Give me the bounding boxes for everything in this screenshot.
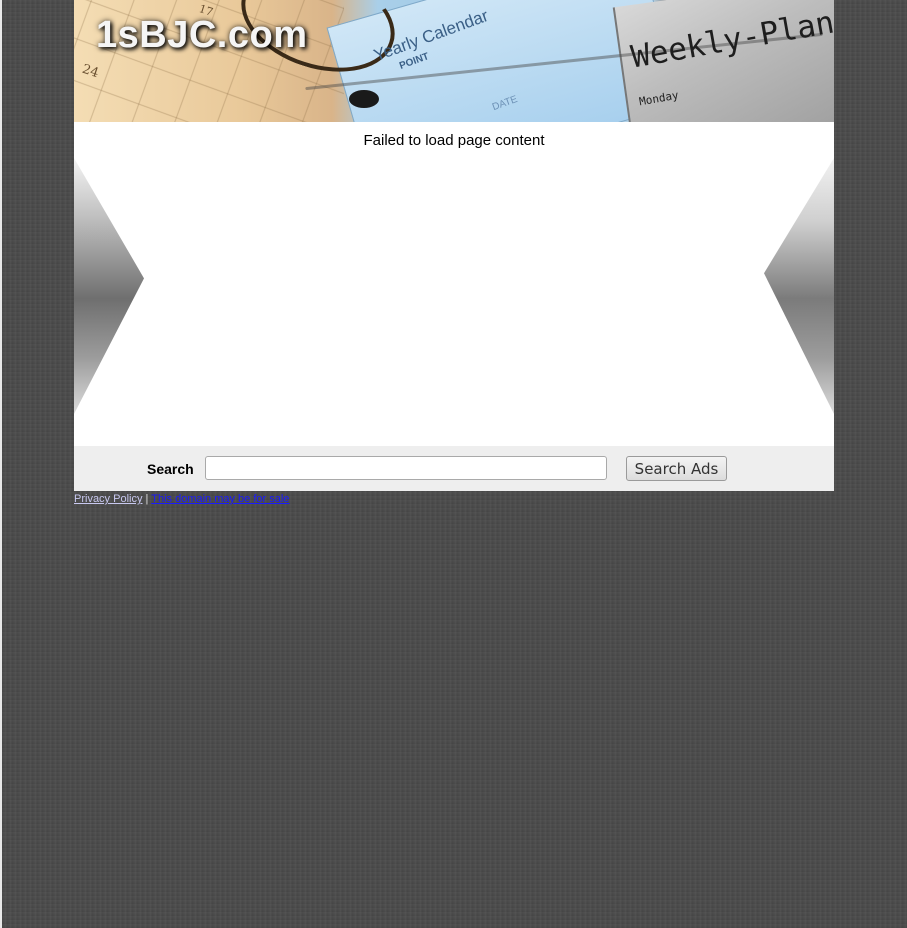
header-banner: 24 17 Yearly Calendar POINT DATE Weekly-… [74,0,834,122]
site-title: 1sBJC.com [96,14,308,56]
footer-separator: | [145,493,149,505]
privacy-policy-link[interactable]: Privacy Policy [74,493,142,505]
search-bar: Search Search Ads [74,446,834,491]
right-arrow-decoration [764,158,834,414]
footer-links: Privacy Policy | This domain may be for … [74,491,834,506]
page-container: 24 17 Yearly Calendar POINT DATE Weekly-… [74,0,834,506]
main-content: Failed to load page content [74,122,834,446]
domain-for-sale-link[interactable]: This domain may be for sale [151,493,289,505]
glasses-hinge-graphic [349,90,379,108]
search-label: Search [147,461,194,477]
search-ads-button[interactable]: Search Ads [626,456,727,481]
left-edge-strip [0,0,2,928]
search-input[interactable] [205,456,607,480]
status-message: Failed to load page content [363,132,545,149]
left-arrow-decoration [74,158,144,414]
